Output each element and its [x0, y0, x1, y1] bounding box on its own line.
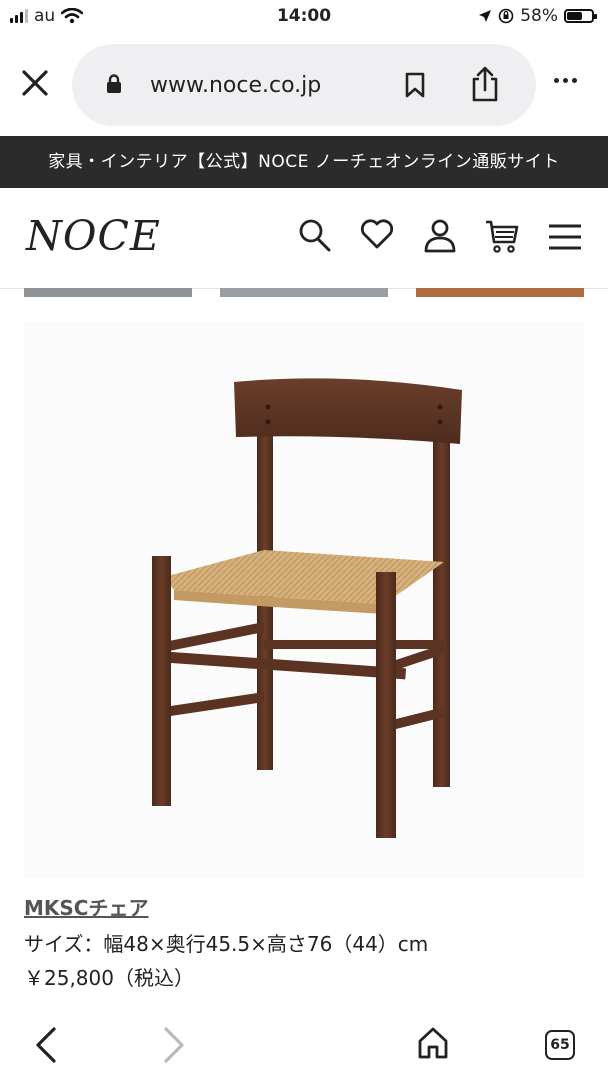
bookmark-icon[interactable]	[404, 72, 426, 98]
status-right: 58%	[478, 6, 597, 26]
forward-icon[interactable]	[162, 1026, 186, 1064]
browser-bar: www.noce.co.jp	[0, 42, 608, 128]
more-icon[interactable]	[554, 78, 577, 83]
orientation-lock-icon	[498, 8, 514, 24]
product-name-link[interactable]: MKSCチェア	[24, 892, 148, 921]
share-icon[interactable]	[470, 66, 500, 102]
product-size: サイズ：幅48×奥行45.5×高さ76（44）cm	[24, 932, 429, 956]
battery-percent: 58%	[520, 6, 558, 26]
product-price: ￥25,800（税込）	[24, 966, 194, 990]
thumbnail-2[interactable]	[220, 288, 388, 297]
site-logo[interactable]: NOCE	[26, 212, 161, 260]
location-arrow-icon	[479, 10, 492, 22]
cart-icon[interactable]	[484, 218, 520, 254]
thumbnail-3[interactable]	[416, 288, 584, 297]
address-bar[interactable]: www.noce.co.jp	[72, 44, 536, 126]
back-icon[interactable]	[34, 1026, 58, 1064]
thumbnail-1[interactable]	[24, 288, 192, 297]
tabs-icon[interactable]: 65	[545, 1030, 575, 1060]
search-icon[interactable]	[298, 218, 332, 254]
heart-icon[interactable]	[360, 218, 394, 250]
close-icon[interactable]	[20, 68, 50, 98]
site-banner: 家具・インテリア【公式】NOCE ノーチェオンライン通販サイト	[0, 136, 608, 188]
lock-icon	[107, 74, 121, 93]
battery-icon	[564, 9, 597, 23]
bottom-toolbar: 65	[0, 1008, 608, 1080]
url-text: www.noce.co.jp	[150, 73, 322, 98]
menu-icon[interactable]	[548, 224, 582, 250]
product-image[interactable]	[24, 322, 584, 878]
user-icon[interactable]	[423, 218, 457, 254]
chair-illustration	[152, 378, 462, 838]
site-header: NOCE	[0, 188, 608, 289]
home-icon[interactable]	[417, 1026, 449, 1060]
status-bar: au 14:00 58%	[0, 0, 608, 36]
